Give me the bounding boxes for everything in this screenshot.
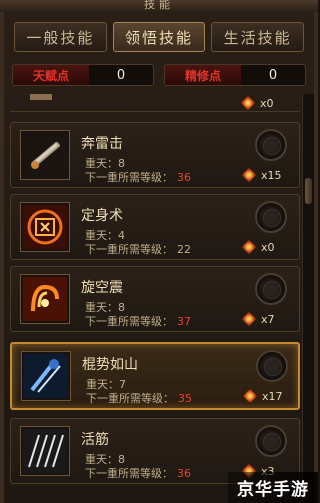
- req-value: 22: [177, 243, 191, 256]
- scrollbar-thumb[interactable]: [305, 178, 312, 204]
- cost: x0: [240, 238, 275, 256]
- skill-name: 奔雷击: [81, 136, 123, 152]
- points-bar: 天赋点 0 精修点 0: [12, 64, 306, 86]
- next-level-req: 下一重所需等级： 35: [86, 390, 192, 406]
- cost: x15: [240, 166, 282, 184]
- skill-name: 棍势如山: [82, 357, 138, 373]
- skill-card[interactable]: 定身术 重天：4 下一重所需等级： 22 x0: [10, 194, 300, 260]
- next-level-req: 下一重所需等级： 36: [85, 465, 191, 481]
- req-value: 37: [177, 315, 191, 328]
- skill-name: 定身术: [81, 208, 123, 224]
- next-level-req: 下一重所需等级： 36: [85, 169, 191, 185]
- talent-points-value: 0: [116, 67, 126, 83]
- skill-slot-button[interactable]: [255, 425, 287, 457]
- tab-comprehend-skills[interactable]: 领悟技能: [112, 22, 206, 52]
- tab-bar: 一般技能 领悟技能 生活技能: [14, 22, 305, 52]
- req-label: 下一重所需等级：: [86, 392, 174, 405]
- tab-life-skills[interactable]: 生活技能: [211, 22, 305, 52]
- req-label: 下一重所需等级：: [85, 315, 173, 328]
- gem-icon: [239, 94, 257, 112]
- gem-icon: [240, 166, 258, 184]
- skill-card[interactable]: 奔雷击 重天：8 下一重所需等级： 36 x15: [10, 122, 300, 188]
- gem-icon: [241, 387, 259, 405]
- tendon-icon: [20, 426, 70, 476]
- partial-skill-icon: [30, 94, 52, 100]
- cost-value: x0: [260, 96, 274, 110]
- skill-slot-button[interactable]: [255, 273, 287, 305]
- skill-card[interactable]: 旋空震 重天：8 下一重所需等级： 37 x7: [10, 266, 300, 332]
- cost-value: x15: [261, 168, 282, 182]
- cost-value: x7: [261, 312, 275, 326]
- skill-card-selected[interactable]: 棍势如山 重天：7 下一重所需等级： 35 x17: [10, 342, 300, 410]
- window-title: 技能: [0, 0, 318, 12]
- skill-slot-button[interactable]: [255, 201, 287, 233]
- scrollbar-track[interactable]: [302, 94, 314, 503]
- tab-general-skills[interactable]: 一般技能: [14, 22, 107, 52]
- req-label: 下一重所需等级：: [85, 467, 173, 480]
- staff-mountain-icon: [21, 351, 71, 401]
- refine-points: 精修点 0: [164, 64, 306, 86]
- list-item-partial: x0: [10, 94, 300, 112]
- freeze-rune-icon: [20, 202, 70, 252]
- whirlwind-icon: [20, 274, 70, 324]
- skill-slot-button[interactable]: [256, 350, 288, 382]
- cost: x17: [241, 387, 283, 405]
- req-label: 下一重所需等级：: [85, 171, 173, 184]
- cost: x0: [239, 94, 274, 112]
- cost: x7: [240, 310, 275, 328]
- req-value: 35: [178, 392, 192, 405]
- talent-points-label: 天赋点: [13, 65, 89, 85]
- req-value: 36: [177, 467, 191, 480]
- next-level-req: 下一重所需等级： 37: [85, 313, 191, 329]
- req-label: 下一重所需等级：: [85, 243, 173, 256]
- lightning-staff-icon: [20, 130, 70, 180]
- cost-value: x0: [261, 240, 275, 254]
- skill-name: 活筋: [81, 432, 109, 448]
- refine-points-label: 精修点: [165, 65, 241, 85]
- cost-value: x17: [262, 389, 283, 403]
- req-value: 36: [177, 171, 191, 184]
- next-level-req: 下一重所需等级： 22: [85, 241, 191, 257]
- skill-slot-button[interactable]: [255, 129, 287, 161]
- gem-icon: [240, 238, 258, 256]
- skill-name: 旋空震: [81, 280, 123, 296]
- watermark: 京华手游: [228, 472, 318, 503]
- refine-points-value: 0: [268, 67, 278, 83]
- skill-list[interactable]: x0 奔雷击 重天：8 下一重所需等级： 36 x15 定身术 重天：4 下一重所…: [10, 94, 300, 503]
- gem-icon: [240, 310, 258, 328]
- talent-points: 天赋点 0: [12, 64, 154, 86]
